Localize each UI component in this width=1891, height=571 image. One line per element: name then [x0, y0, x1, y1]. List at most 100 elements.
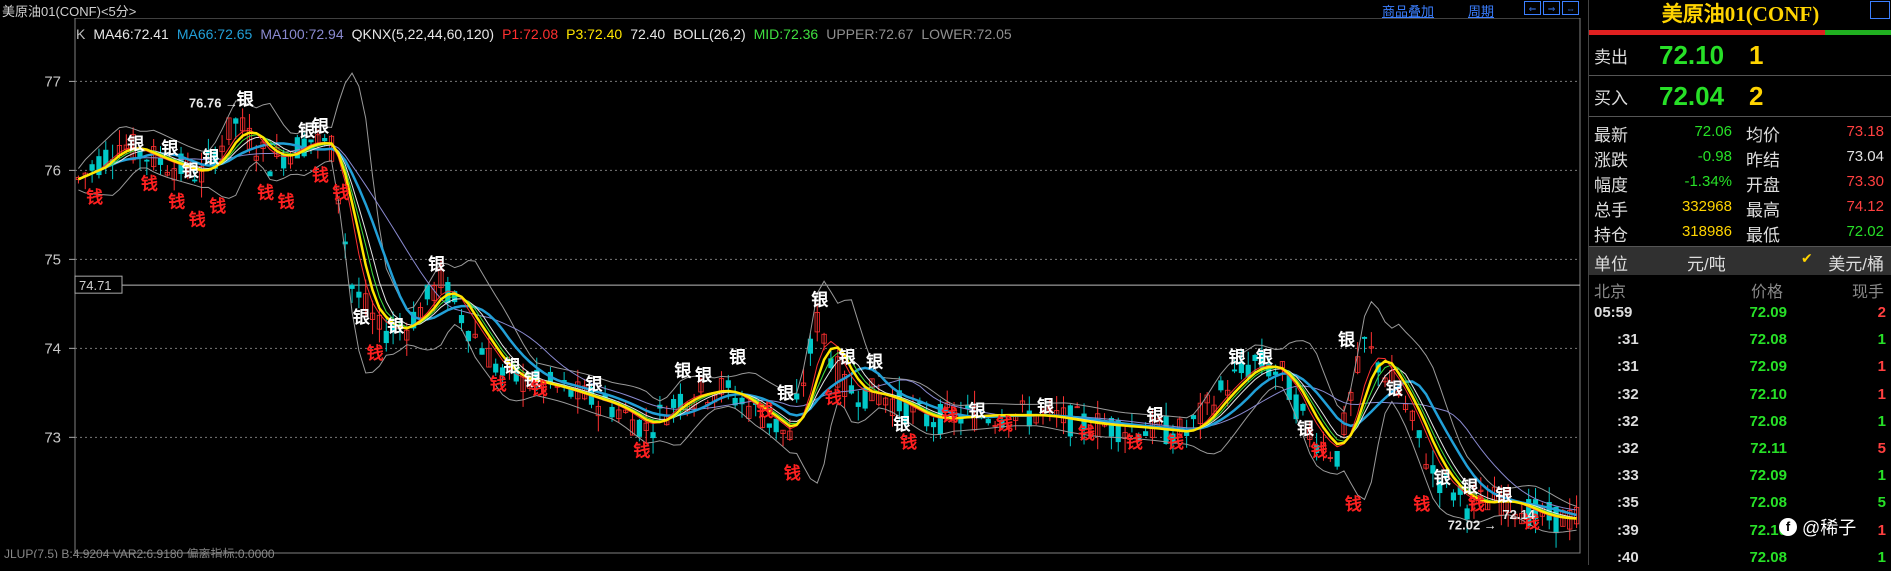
candle-body [985, 419, 991, 424]
indicator-11: LOWER:72.05 [921, 26, 1012, 42]
tick-qty: 1 [1877, 467, 1886, 485]
tick-qty: 1 [1877, 548, 1886, 566]
next-icon[interactable]: ⇒ [1543, 1, 1560, 15]
money-signal-label: 钱 [86, 187, 103, 208]
candle-body [349, 284, 355, 289]
candle-body [1184, 432, 1190, 436]
candle-body [1334, 450, 1340, 467]
stat-value: -1.34% [1684, 173, 1732, 190]
money-signal-label: 钱 [1167, 432, 1184, 453]
ma46-line [78, 136, 1577, 519]
candle-body [828, 358, 834, 369]
money-signal-label: 钱 [900, 432, 917, 453]
indicator-4: QKNX(5,22,44,60,120) [351, 26, 495, 42]
money-signal-label: 钱 [257, 183, 274, 204]
stat-label: 持仓 [1594, 226, 1628, 245]
candle-body [356, 291, 362, 298]
stat-value: 73.04 [1846, 148, 1884, 165]
unit-usd-option[interactable]: 美元/桶 [1828, 250, 1884, 275]
stat-label: 涨跌 [1594, 151, 1628, 170]
candle-body [1272, 371, 1279, 375]
kline-chart[interactable]: 777675747374.71银 银银银银银银银 银银银银 银银 银银银银银 银银银银银银… [0, 18, 1584, 558]
stat-value: 318986 [1681, 223, 1732, 240]
tick-row[interactable]: :31 72.08 1 [1589, 326, 1891, 353]
platform-logo-icon: f [1779, 518, 1797, 536]
candle-body [650, 432, 656, 439]
silver-signal-label: 银 [202, 147, 220, 168]
candle-body [267, 171, 273, 177]
sell-label: 卖出 [1594, 47, 1628, 67]
expand-icon[interactable]: ⇔ [1562, 1, 1579, 15]
tick-time: :32 [1617, 385, 1639, 403]
candle-body [493, 363, 499, 373]
tick-table-header: 北京 价格 现手 [1589, 275, 1891, 301]
money-signal-label: 钱 [332, 183, 349, 204]
candle-body [1293, 394, 1299, 420]
p1-line [78, 129, 1577, 520]
tick-qty: 1 [1877, 331, 1886, 349]
candle-body [1143, 431, 1149, 436]
tick-time: :35 [1617, 494, 1639, 512]
candle-body [1026, 410, 1032, 427]
money-signal-label: 钱 [784, 463, 801, 484]
candle-body [144, 159, 150, 162]
y-tick-label: 77 [44, 73, 61, 90]
y-tick-label: 74 [44, 340, 61, 357]
indicator-3: MA100:72.94 [260, 26, 344, 42]
prev-icon[interactable]: ⇐ [1524, 1, 1541, 15]
money-signal-label: 钱 [941, 405, 958, 426]
candle-body [848, 385, 855, 394]
candle-body [1190, 415, 1197, 420]
stat-label: 最新 [1594, 126, 1628, 145]
unit-cny-option[interactable]: 元/吨 [1687, 250, 1726, 275]
tick-row[interactable]: :31 72.09 1 [1589, 353, 1891, 380]
stat-value: 332968 [1681, 198, 1732, 215]
price-annotation: 76.76 → [189, 96, 238, 111]
buy-volume: 2 [1749, 80, 1764, 111]
money-signal-label: 钱 [189, 209, 206, 230]
silver-signal-label: 银 [127, 134, 145, 155]
candle-body [855, 402, 861, 407]
candle-body [458, 315, 465, 324]
y-tick-label: 75 [44, 251, 61, 268]
silver-signal-label: 银 [1229, 347, 1247, 368]
candle-body [479, 348, 485, 355]
silver-signal-label: 银 [1386, 378, 1404, 399]
y-tick-label: 76 [44, 162, 61, 179]
silver-signal-label: 银 [1146, 405, 1164, 426]
tick-row[interactable]: :32 72.10 1 [1589, 381, 1891, 408]
candle-body [1361, 336, 1368, 339]
tick-time: :33 [1617, 467, 1639, 485]
tick-time: :31 [1617, 331, 1639, 349]
stat-label: 昨结 [1746, 151, 1780, 170]
silver-signal-label: 银 [1256, 347, 1274, 368]
unit-label: 单位 [1594, 255, 1628, 274]
stats-table: 最新 72.06 均价 73.18 涨跌 -0.98 昨结 73.04 幅度 -1.… [1589, 117, 1891, 247]
price-marker-label: 74.71 [79, 278, 112, 293]
tick-row[interactable]: :40 72.08 1 [1589, 544, 1891, 571]
tick-price: 72.11 [1750, 439, 1787, 457]
tick-row[interactable]: :33 72.09 1 [1589, 462, 1891, 489]
check-icon: ✔ [1801, 250, 1813, 266]
tick-row[interactable]: :32 72.08 1 [1589, 408, 1891, 435]
silver-signal-label: 银 [1037, 396, 1055, 417]
tick-row[interactable]: :32 72.11 5 [1589, 435, 1891, 462]
candle-body [233, 118, 239, 124]
tick-price: 72.08 [1749, 548, 1787, 566]
silver-signal-label: 银 [428, 254, 446, 275]
silver-signal-label: 银 [312, 116, 330, 137]
candle-body [609, 406, 615, 418]
money-signal-label: 钱 [1078, 423, 1095, 444]
silver-signal-label: 银 [811, 289, 829, 310]
tick-row[interactable]: 05:59 72.09 2 [1589, 299, 1891, 326]
panel-menu-icon[interactable] [1870, 1, 1890, 19]
tick-row[interactable]: :35 72.08 5 [1589, 489, 1891, 516]
stat-label: 总手 [1594, 201, 1628, 220]
panel-title: 美原油01(CONF) [1589, 0, 1891, 30]
tick-qty: 1 [1877, 358, 1886, 376]
indicator-5: P1:72.08 [502, 26, 559, 42]
watermark-text: @稀子 [1802, 518, 1857, 538]
silver-signal-label: 银 [1297, 418, 1315, 439]
tick-qty: 2 [1877, 304, 1886, 321]
money-signal-label: 钱 [312, 165, 329, 186]
